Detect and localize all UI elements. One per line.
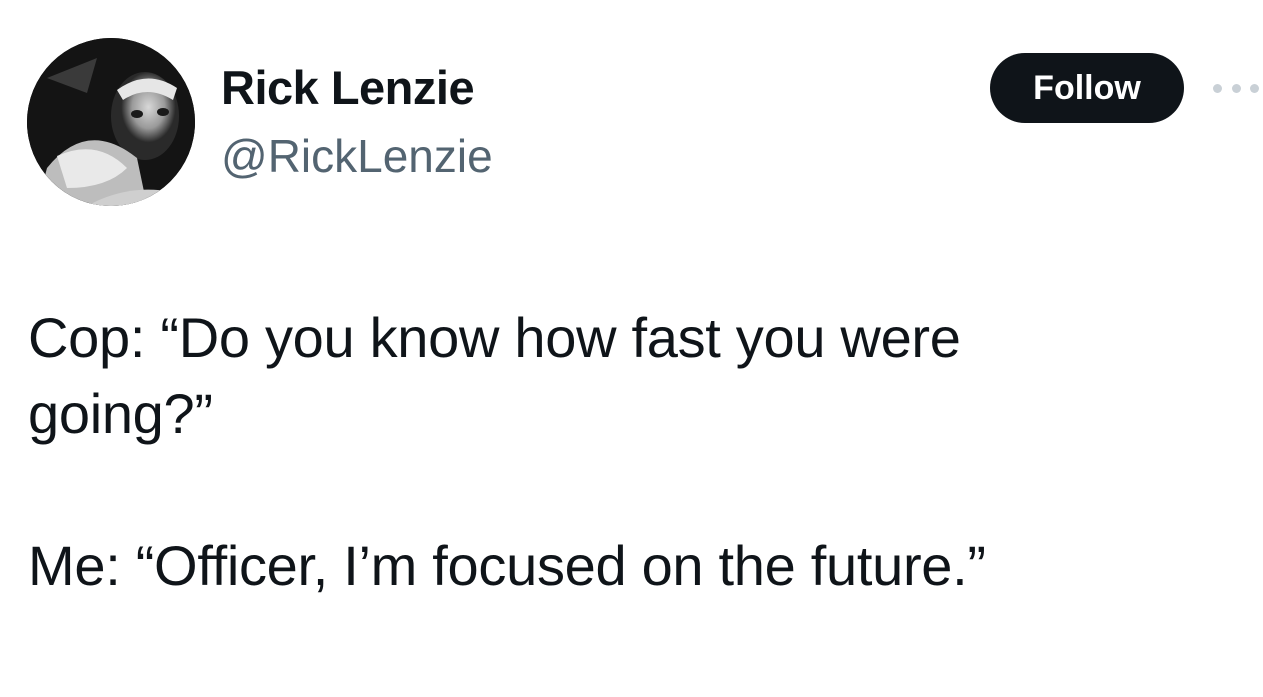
tweet-line: going?”: [28, 382, 213, 445]
avatar[interactable]: [27, 38, 195, 206]
follow-button[interactable]: Follow: [990, 53, 1184, 123]
dot: [1250, 83, 1259, 93]
tweet-line: Cop: “Do you know how fast you were: [28, 306, 961, 369]
display-name[interactable]: Rick Lenzie: [221, 58, 475, 118]
dot: [1213, 83, 1222, 93]
ellipsis-icon[interactable]: [1213, 76, 1259, 100]
tweet-text: Cop: “Do you know how fast you were goin…: [28, 300, 1228, 604]
profile-photo-icon: [27, 38, 195, 206]
dot: [1231, 83, 1241, 93]
tweet-card: Rick Lenzie @RickLenzie Follow Cop: “Do …: [0, 0, 1263, 697]
user-handle[interactable]: @RickLenzie: [221, 126, 493, 186]
tweet-line: Me: “Officer, I’m focused on the future.…: [28, 534, 986, 597]
